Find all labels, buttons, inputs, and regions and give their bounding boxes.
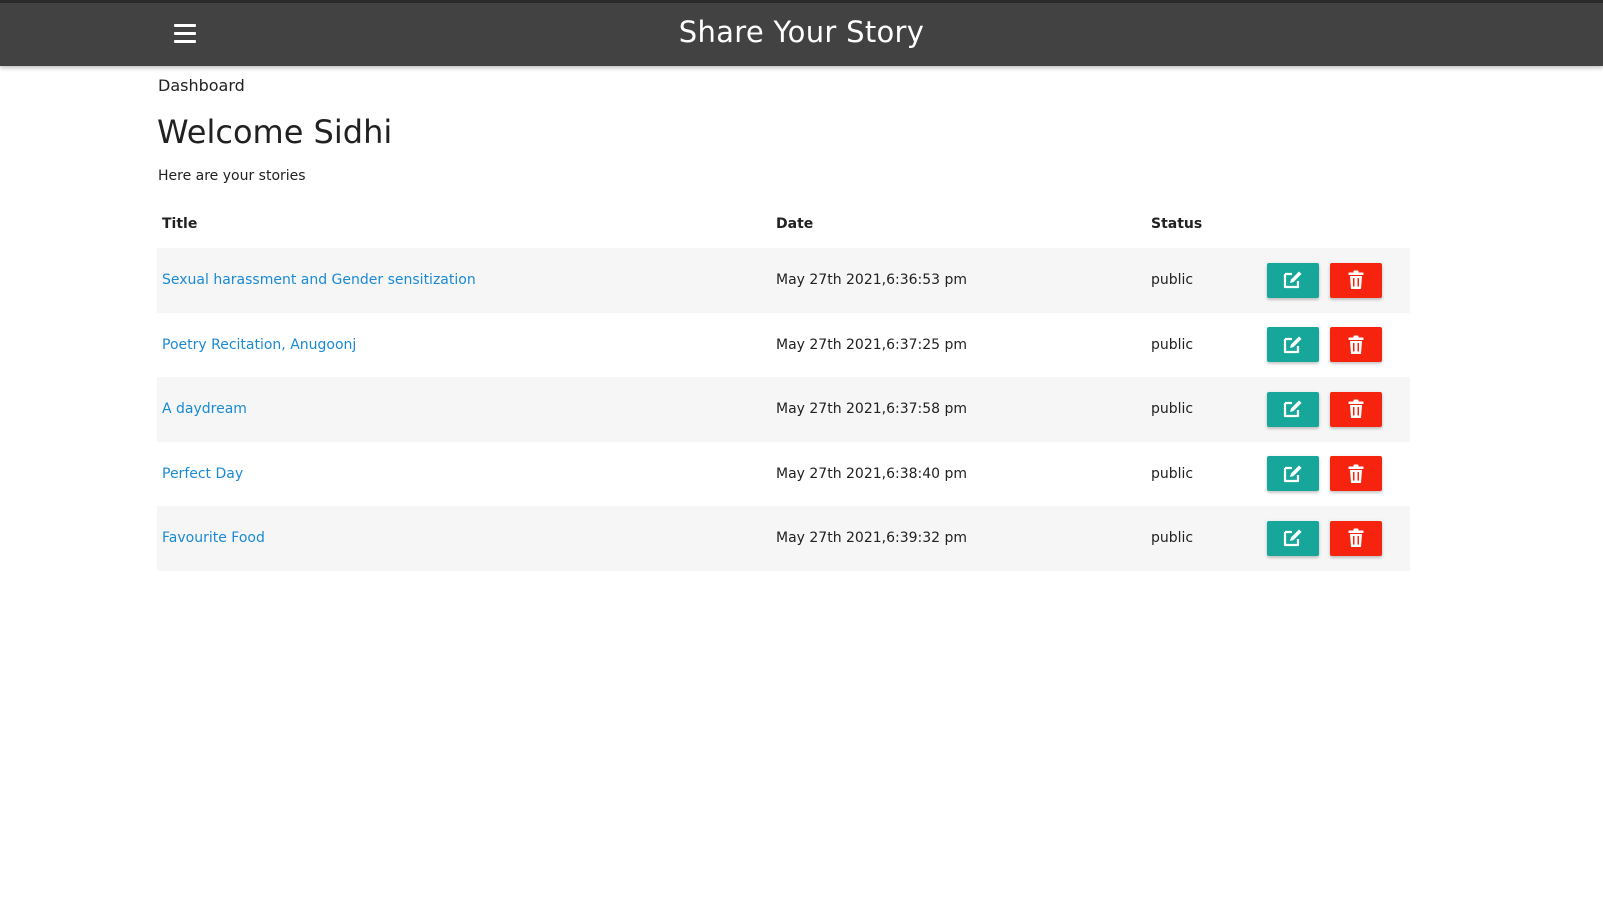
- trash-icon: [1348, 335, 1364, 354]
- delete-story-button[interactable]: [1330, 520, 1383, 556]
- story-status: public: [1151, 272, 1194, 289]
- edit-story-button[interactable]: [1267, 520, 1319, 556]
- trash-icon: [1348, 464, 1364, 483]
- breadcrumb[interactable]: Dashboard: [158, 76, 245, 95]
- story-title-link[interactable]: Favourite Food: [162, 530, 265, 546]
- table-row: Favourite Food May 27th 2021,6:39:32 pm …: [157, 506, 1410, 571]
- edit-story-button[interactable]: [1267, 456, 1319, 492]
- page-title: Welcome Sidhi: [157, 113, 393, 151]
- edit-icon: [1283, 271, 1302, 289]
- table-row: Poetry Recitation, Anugoonj May 27th 202…: [157, 313, 1410, 378]
- column-header-title: Title: [162, 216, 198, 232]
- table-row: Sexual harassment and Gender sensitizati…: [157, 248, 1410, 313]
- story-title-cell: Poetry Recitation, Anugoonj: [157, 313, 771, 378]
- story-title-cell: A daydream: [157, 377, 771, 442]
- story-title-cell: Sexual harassment and Gender sensitizati…: [157, 248, 771, 313]
- delete-story-button[interactable]: [1330, 327, 1383, 363]
- trash-icon: [1348, 270, 1364, 290]
- story-title-link[interactable]: A daydream: [162, 401, 247, 417]
- story-date: May 27th 2021,6:39:32 pm: [776, 530, 968, 547]
- trash-icon: [1348, 528, 1364, 548]
- story-date: May 27th 2021,6:37:58 pm: [776, 401, 968, 418]
- top-navbar: Share Your Story: [0, 0, 1603, 66]
- story-actions: [1259, 313, 1410, 378]
- story-title-cell: Perfect Day: [157, 442, 771, 507]
- story-title-link[interactable]: Perfect Day: [162, 466, 243, 482]
- story-actions: [1259, 377, 1410, 442]
- story-actions: [1259, 442, 1410, 507]
- delete-story-button[interactable]: [1330, 456, 1383, 492]
- delete-story-button[interactable]: [1330, 262, 1383, 298]
- story-actions: [1259, 248, 1410, 313]
- edit-icon: [1283, 465, 1302, 482]
- story-status: public: [1151, 401, 1194, 418]
- story-title-cell: Favourite Food: [157, 506, 771, 571]
- story-title-link[interactable]: Poetry Recitation, Anugoonj: [162, 337, 356, 353]
- table-header-row: Title Date Status: [157, 200, 1410, 248]
- stories-table: Title Date Status Sexual harassment and …: [157, 200, 1410, 571]
- table-row: A daydream May 27th 2021,6:37:58 pm publ…: [157, 377, 1410, 442]
- table-row: Perfect Day May 27th 2021,6:38:40 pm pub…: [157, 442, 1410, 507]
- column-header-actions: [1259, 200, 1410, 248]
- story-date: May 27th 2021,6:36:53 pm: [776, 272, 968, 289]
- trash-icon: [1348, 399, 1364, 419]
- story-date: May 27th 2021,6:38:40 pm: [776, 465, 968, 482]
- edit-icon: [1283, 400, 1302, 418]
- edit-icon: [1283, 529, 1302, 547]
- story-status: public: [1151, 465, 1194, 482]
- story-status: public: [1151, 336, 1194, 353]
- edit-story-button[interactable]: [1267, 391, 1319, 427]
- page-subtitle: Here are your stories: [158, 168, 306, 184]
- story-status: public: [1151, 530, 1194, 547]
- story-date: May 27th 2021,6:37:25 pm: [776, 336, 968, 353]
- story-title-link[interactable]: Sexual harassment and Gender sensitizati…: [162, 272, 476, 288]
- delete-story-button[interactable]: [1330, 391, 1383, 427]
- column-header-date: Date: [776, 216, 814, 232]
- edit-story-button[interactable]: [1267, 327, 1319, 363]
- app-title[interactable]: Share Your Story: [0, 15, 1603, 49]
- story-actions: [1259, 506, 1410, 571]
- column-header-status: Status: [1151, 216, 1203, 232]
- edit-icon: [1283, 336, 1302, 353]
- edit-story-button[interactable]: [1267, 262, 1319, 298]
